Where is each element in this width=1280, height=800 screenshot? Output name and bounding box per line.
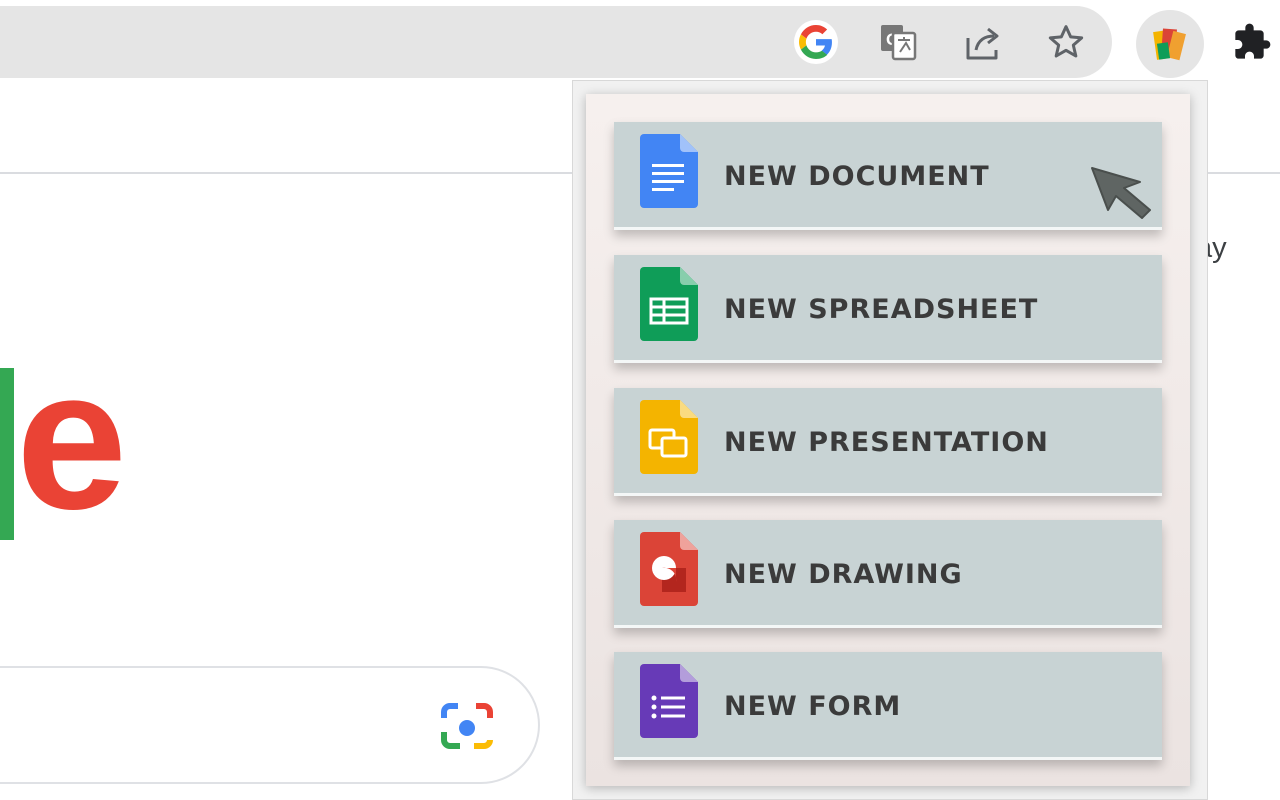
google-drawings-icon [640,532,698,606]
extensions-puzzle-icon[interactable] [1228,18,1276,66]
address-bar[interactable] [0,6,1112,78]
menu-item-label: NEW SPREADSHEET [724,293,1039,325]
translate-icon[interactable]: G [876,20,920,64]
share-icon[interactable] [960,20,1006,66]
logo-letter-e: e [16,328,127,551]
menu-item-new-drawing[interactable]: NEW DRAWING [614,520,1162,628]
menu-item-label: NEW DRAWING [724,558,963,590]
google-docs-icon [640,134,698,208]
browser-window: G [0,0,1280,800]
google-slides-icon [640,400,698,474]
menu-item-label: NEW DOCUMENT [724,160,990,192]
menu-item-new-spreadsheet[interactable]: NEW SPREADSHEET [614,255,1162,363]
menu-item-new-document[interactable]: NEW DOCUMENT [614,122,1162,230]
bookmark-star-icon[interactable] [1042,18,1090,66]
menu-item-label: NEW PRESENTATION [724,426,1049,458]
google-g-icon[interactable] [794,20,838,64]
mouse-cursor-icon [1088,164,1158,220]
menu-item-new-form[interactable]: NEW FORM [614,652,1162,760]
google-forms-icon [640,664,698,738]
google-docs-extension-icon[interactable] [1136,10,1204,78]
browser-toolbar: G [0,0,1280,84]
logo-letter-l [0,368,14,540]
menu-item-label: NEW FORM [724,690,902,722]
google-sheets-icon [640,267,698,341]
google-logo-fragment: e [0,340,140,552]
menu-item-new-presentation[interactable]: NEW PRESENTATION [614,388,1162,496]
google-lens-icon[interactable] [438,702,496,752]
